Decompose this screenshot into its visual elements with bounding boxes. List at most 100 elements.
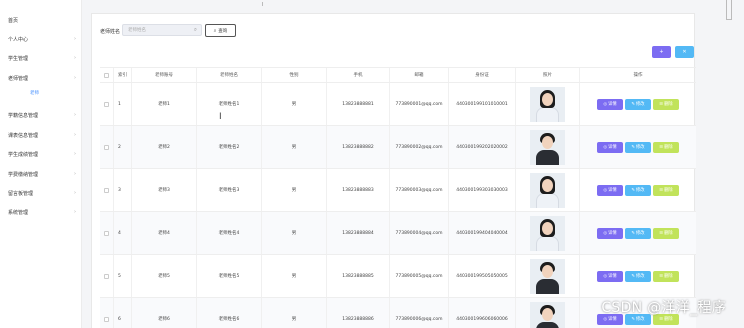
- delete-button[interactable]: ☰ 删除: [653, 141, 679, 153]
- edit-button-label: 修改: [636, 145, 645, 150]
- row-select-cell[interactable]: [100, 212, 114, 254]
- cell-idcard: 440300199606060006: [449, 298, 516, 328]
- sidebar-item-label: 留言板管理: [8, 190, 34, 197]
- row-select-cell[interactable]: [100, 169, 114, 211]
- del-icon: ☰: [659, 273, 664, 279]
- detail-button-label: 详情: [608, 231, 617, 236]
- delete-button-label: 删除: [664, 188, 673, 193]
- sidebar-item[interactable]: 学费缴纳管理 ›: [8, 168, 78, 180]
- query-button[interactable]: ⌕ 查询: [205, 24, 236, 37]
- row-checkbox[interactable]: [104, 316, 109, 322]
- sidebar-item-label: 老师管理: [8, 75, 29, 82]
- row-select-cell[interactable]: [100, 255, 114, 297]
- delete-button[interactable]: ☰ 删除: [653, 184, 679, 196]
- cell-email: 773890002@qq.com: [390, 126, 449, 168]
- sidebar-item[interactable]: 学籍信息管理 ›: [8, 109, 78, 121]
- edit-button[interactable]: ✎ 修改: [625, 141, 651, 153]
- detail-button[interactable]: ◎ 详情: [597, 141, 623, 153]
- detail-button[interactable]: ◎ 详情: [597, 184, 623, 196]
- sidebar-item[interactable]: 学生管理 ›: [8, 52, 78, 64]
- cell-idx: 1: [114, 83, 132, 125]
- column-header: 照片: [516, 68, 580, 82]
- sidebar-subitem-teacher[interactable]: 老师: [30, 90, 39, 96]
- sidebar-item[interactable]: 首页: [8, 14, 78, 26]
- select-all-cell[interactable]: [100, 68, 114, 82]
- cell-phone: 13823888882: [327, 126, 390, 168]
- cell-phone: 13823888881: [327, 83, 390, 125]
- row-checkbox[interactable]: [104, 101, 109, 107]
- edit-button[interactable]: ✎ 修改: [625, 184, 651, 196]
- cell-name: 老师姓名2: [197, 126, 262, 168]
- cell-name: 老师姓名1: [197, 83, 262, 125]
- row-checkbox[interactable]: [104, 144, 109, 150]
- sidebar-item[interactable]: 老师管理 ›: [8, 72, 78, 84]
- search-label: 老师姓名: [100, 29, 121, 35]
- edit-button[interactable]: ✎ 修改: [625, 270, 651, 282]
- edit-button[interactable]: ✎ 修改: [625, 227, 651, 239]
- cell-idx: 2: [114, 126, 132, 168]
- sidebar-item-label: 个人中心: [8, 36, 29, 43]
- main-area: 老师姓名 老师姓名 ⌕ ⌕ 查询 + ✕ 索引 老师账号 老师姓名 性别 手机 邮箱 身份证…: [82, 0, 744, 328]
- add-button[interactable]: +: [652, 46, 671, 58]
- sidebar-item[interactable]: 课表信息管理 ›: [8, 129, 78, 141]
- row-select-cell[interactable]: [100, 83, 114, 125]
- cell-operations: ◎ 详情 ✎ 修改 ☰ 删除: [580, 255, 696, 297]
- del-icon: ☰: [659, 316, 664, 322]
- column-header: 手机: [327, 68, 390, 82]
- cell-gender: 男: [262, 169, 327, 211]
- detail-button[interactable]: ◎ 详情: [597, 270, 623, 282]
- detail-icon: ◎: [603, 273, 608, 279]
- row-select-cell[interactable]: [100, 298, 114, 328]
- scroll-indicator[interactable]: [726, 0, 732, 20]
- cell-gender: 男: [262, 83, 327, 125]
- cell-idx: 5: [114, 255, 132, 297]
- detail-button[interactable]: ◎ 详情: [597, 227, 623, 239]
- cell-idx: 3: [114, 169, 132, 211]
- teacher-photo: [530, 301, 565, 328]
- edit-button[interactable]: ✎ 修改: [625, 98, 651, 110]
- sidebar-item[interactable]: 个人中心 ›: [8, 33, 78, 45]
- top-bar: [82, 0, 744, 7]
- sidebar-item[interactable]: 系统管理 ›: [8, 206, 78, 218]
- cell-account: 老师3: [132, 169, 197, 211]
- select-all-checkbox[interactable]: [104, 72, 109, 78]
- detail-icon: ◎: [603, 101, 608, 107]
- teacher-photo: [530, 86, 565, 122]
- text-cursor-icon: I: [219, 112, 222, 122]
- cell-account: 老师1: [132, 83, 197, 125]
- delete-button[interactable]: ☰ 删除: [653, 98, 679, 110]
- sidebar-item[interactable]: 学生成绩管理 ›: [8, 148, 78, 160]
- watermark: CSDN @洋洋_程序: [601, 300, 726, 316]
- column-header: 操作: [633, 73, 643, 78]
- table-row: 5 老师5 老师姓名5 男 13823888885 773890005@qq.com 440…: [100, 255, 696, 298]
- del-icon: ☰: [659, 187, 664, 193]
- sidebar-item-label: 学籍信息管理: [8, 112, 39, 119]
- edit-icon: ✎: [631, 273, 635, 279]
- sidebar-item-label: 学费缴纳管理: [8, 171, 39, 178]
- delete-button[interactable]: ☰ 删除: [653, 270, 679, 282]
- column-header: 老师账号: [132, 68, 197, 82]
- cell-account: 老师5: [132, 255, 197, 297]
- del-icon: ☰: [659, 101, 664, 107]
- cell-operations: ◎ 详情 ✎ 修改 ☰ 删除: [580, 169, 696, 211]
- query-button-label: 查询: [218, 28, 228, 34]
- cell-photo: [516, 83, 580, 125]
- detail-button[interactable]: ◎ 详情: [597, 98, 623, 110]
- cell-email: 773890005@qq.com: [390, 255, 449, 297]
- cell-idx: 6: [114, 298, 132, 328]
- row-select-cell[interactable]: [100, 126, 114, 168]
- edit-icon: ✎: [631, 101, 635, 107]
- cell-account: 老师4: [132, 212, 197, 254]
- search-input[interactable]: 老师姓名 ⌕: [122, 24, 202, 36]
- cell-email: 773890001@qq.com: [390, 83, 449, 125]
- chevron-right-icon: ›: [74, 151, 76, 157]
- row-checkbox[interactable]: [104, 273, 109, 279]
- row-checkbox[interactable]: [104, 187, 109, 193]
- detail-icon: ◎: [603, 230, 608, 236]
- row-checkbox[interactable]: [104, 230, 109, 236]
- chevron-right-icon: ›: [74, 55, 76, 61]
- delete-button[interactable]: ☰ 删除: [653, 227, 679, 239]
- cell-photo: [516, 255, 580, 297]
- sidebar-item[interactable]: 留言板管理 ›: [8, 187, 78, 199]
- batch-delete-button[interactable]: ✕: [675, 46, 694, 58]
